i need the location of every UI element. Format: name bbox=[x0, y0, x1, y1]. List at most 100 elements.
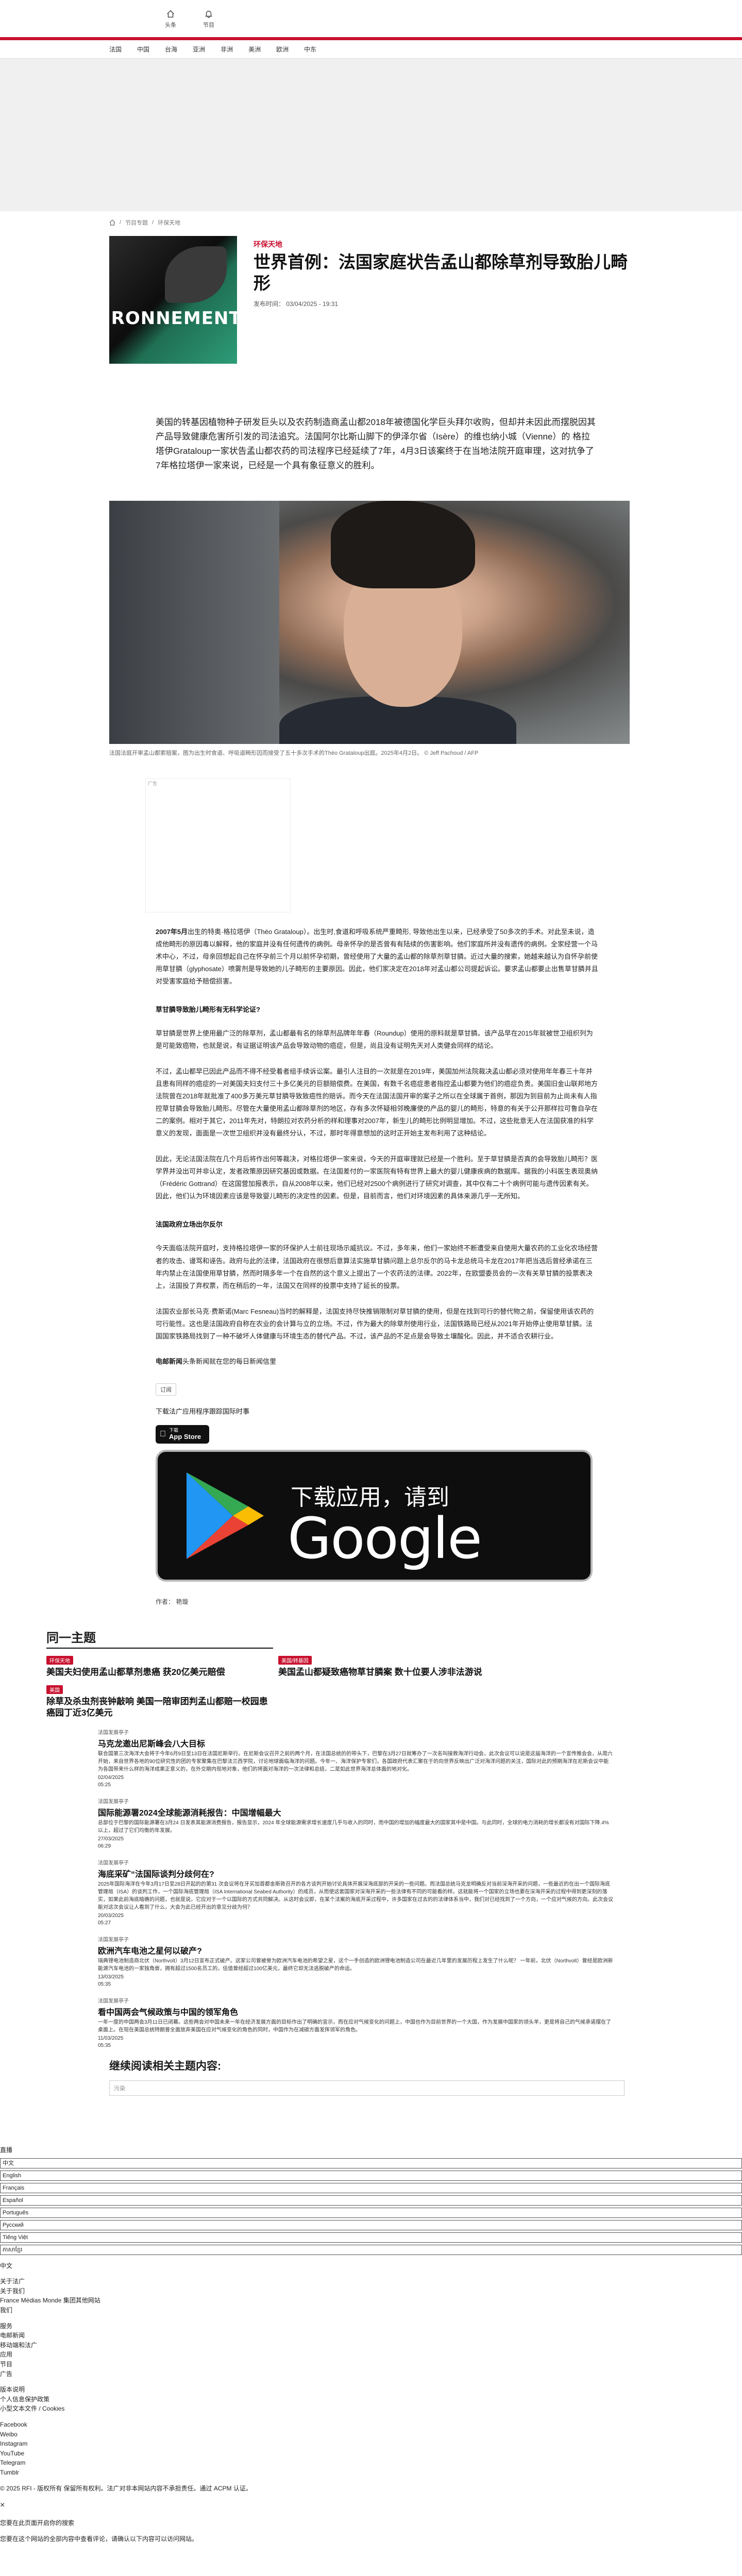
footer-link[interactable]: 节目 bbox=[0, 2360, 742, 2369]
nav-item-france[interactable]: 法国 bbox=[109, 45, 122, 54]
footer-link[interactable]: 小型文本文件 / Cookies bbox=[0, 2404, 742, 2414]
lang-select[interactable]: 中文 bbox=[0, 2261, 742, 2271]
language-item[interactable]: ភាសាខ្មែរ bbox=[0, 2244, 742, 2255]
tumblr-link[interactable]: Tumblr bbox=[0, 2468, 742, 2478]
topic-item[interactable]: 美国 除草及杀虫剂丧钟敲响 美国一陪审团判孟山都赔一校园患癌园丁近3亿美元 bbox=[46, 1685, 268, 1719]
close-icon[interactable]: × bbox=[0, 2499, 742, 2512]
footer-link[interactable]: 电邮新闻 bbox=[0, 2331, 742, 2341]
footer-link[interactable]: 广告 bbox=[0, 2369, 742, 2379]
nav-item-taiwan-strait[interactable]: 台海 bbox=[165, 45, 177, 54]
breadcrumb-link-environment[interactable]: 环保天地 bbox=[158, 218, 180, 227]
google-play-banner[interactable]: 下载应用，请到 Google Play bbox=[156, 1449, 593, 1582]
related-tag[interactable]: 污染 bbox=[109, 2080, 625, 2096]
instagram-link[interactable]: Instagram bbox=[0, 2439, 742, 2449]
same-topic-title: 同一主题 bbox=[46, 1628, 273, 1649]
language-item[interactable]: Tiếng Việt bbox=[0, 2232, 742, 2243]
footer-link[interactable]: 移动端和法广 bbox=[0, 2341, 742, 2350]
footer-link[interactable]: 关于我们 bbox=[0, 2286, 742, 2296]
app-store-button[interactable]:  下载App Store bbox=[156, 1425, 209, 1444]
live-link[interactable]: 直播 bbox=[0, 2145, 742, 2155]
footer-link[interactable]: 个人信息保护政策 bbox=[0, 2395, 742, 2404]
facebook-link[interactable]: Facebook bbox=[0, 2420, 742, 2430]
language-item[interactable]: Español bbox=[0, 2195, 742, 2206]
list-item[interactable]: 法国发展亭子 看中国两会气候政策与中国的领军角色 一年一度的中国两会3月11日已… bbox=[98, 1996, 613, 2049]
news-title[interactable]: 欧洲汽车电池之星何以破产? bbox=[98, 1944, 613, 1956]
home-icon bbox=[167, 10, 174, 18]
footer-link[interactable]: 版本说明 bbox=[0, 2385, 742, 2395]
nav-item-europe[interactable]: 欧洲 bbox=[276, 45, 289, 54]
nav-item-americas[interactable]: 美洲 bbox=[248, 45, 261, 54]
download-app-text: 下载法广应用程序跟踪国际时事 bbox=[156, 1407, 250, 1415]
related-title: 继续阅读相关主题内容: bbox=[109, 2060, 221, 2073]
nav-item-middle-east[interactable]: 中东 bbox=[304, 45, 316, 54]
news-category: 法国发展亭子 bbox=[98, 1799, 129, 1805]
list-item[interactable]: 法国发展亭子 海底采矿“法国际谈判分歧何在? 2025年国际海洋在今年3月17日… bbox=[98, 1858, 613, 1927]
program-thumbnail: IRONNEMENT bbox=[109, 236, 237, 364]
topic-item[interactable]: 美国/转基因 美国孟山都疑致癌物草甘膦案 数十位要人涉非法游说 bbox=[278, 1655, 500, 1678]
copyright: © 2025 RFI - 版权所有 保留所有权利。法广对非本网站内容不承担责任。… bbox=[0, 2484, 252, 2492]
language-item[interactable]: 中文 bbox=[0, 2158, 742, 2168]
programs-link[interactable]: 节目 bbox=[203, 9, 214, 29]
newsletter-promo: 电邮新闻头条新闻就在您的每日新闻信里 bbox=[156, 1357, 277, 1365]
footer-link[interactable]: 关于法广 bbox=[0, 2277, 742, 2286]
news-title[interactable]: 看中国两会气候政策与中国的领军角色 bbox=[98, 2005, 613, 2018]
google-play-icon bbox=[187, 1472, 264, 1559]
site-footer: 直播 中文 English Français Español Português… bbox=[0, 2145, 742, 2544]
news-category: 法国发展亭子 bbox=[98, 1937, 129, 1943]
nav-item-africa[interactable]: 非洲 bbox=[221, 45, 233, 54]
language-item[interactable]: Português bbox=[0, 2207, 742, 2218]
news-title[interactable]: 国际能源署2024全球能源消耗报告：中国增幅最大 bbox=[98, 1806, 613, 1818]
language-item[interactable]: Français bbox=[0, 2182, 742, 2193]
breadcrumb: / 节目专题 / 环保天地 bbox=[109, 218, 630, 227]
headlines-link[interactable]: 头条 bbox=[165, 9, 176, 29]
nav-item-asia[interactable]: 亚洲 bbox=[193, 45, 205, 54]
topic-title[interactable]: 美国孟山都疑致癌物草甘膦案 数十位要人涉非法游说 bbox=[278, 1667, 500, 1678]
article-kicker[interactable]: 环保天地 bbox=[254, 239, 630, 249]
news-date: 13/03/2025 05:35 bbox=[98, 1974, 124, 1988]
body-paragraph: 草甘膦是世界上使用最广泛的除草剂，孟山都最有名的除草剂品牌年年春（Roundup… bbox=[156, 1029, 593, 1049]
footer-link[interactable]: 应用 bbox=[0, 2350, 742, 2360]
section-heading: 法国政府立场出尔反尔 bbox=[156, 1221, 223, 1229]
weibo-link[interactable]: Weibo bbox=[0, 2430, 742, 2439]
news-description: 总部位于巴黎的国际能源署在3月24 日发表其能源消费报告，报告显示，2024 年… bbox=[98, 1820, 609, 1834]
topic-tag: 美国 bbox=[46, 1685, 63, 1694]
breadcrumb-home-icon[interactable] bbox=[109, 219, 115, 226]
list-item[interactable]: 法国发展亭子 欧洲汽车电池之星何以破产? 瑞典锂电池制造商北伏（Northvol… bbox=[98, 1935, 613, 1988]
nav-item-china[interactable]: 中国 bbox=[137, 45, 149, 54]
top-ad-slot bbox=[0, 59, 742, 211]
site-header: 头条 节目 bbox=[0, 0, 742, 40]
language-item[interactable]: English bbox=[0, 2170, 742, 2181]
photo-caption: 法国法庭开审孟山都索赔案，图为出生时食道、呼吸道畸形因而接受了五十多次手术的Th… bbox=[109, 750, 479, 757]
footer-link[interactable]: 服务 bbox=[0, 2321, 742, 2331]
telegram-link[interactable]: Telegram bbox=[0, 2458, 742, 2468]
related-topics: 继续阅读相关主题内容: 污染 bbox=[109, 2058, 625, 2096]
news-date: 20/03/2025 05:27 bbox=[98, 1913, 124, 1926]
body-paragraph: 不过，孟山都早已因此产品而不得不经受着者组手续诉讼案。最引人注目的一次就是在20… bbox=[156, 1067, 598, 1138]
youtube-link[interactable]: YouTube bbox=[0, 2449, 742, 2459]
section-heading: 草甘膦导致胎儿畸形有无科学论证? bbox=[156, 1005, 260, 1013]
page-title: 世界首例：法国家庭状告孟山都除草剂导致胎儿畸形 bbox=[254, 252, 628, 293]
list-item[interactable]: 法国发展亭子 马克龙邀出尼斯峰会八大目标 联合国第三次海洋大会将于今年6月9日至… bbox=[98, 1728, 613, 1789]
topic-title[interactable]: 美国夫妇使用孟山都草剂患癌 获20亿美元赔偿 bbox=[46, 1667, 268, 1678]
news-title[interactable]: 马克龙邀出尼斯峰会八大目标 bbox=[98, 1737, 613, 1749]
news-category: 法国发展亭子 bbox=[98, 1860, 129, 1867]
topic-item[interactable]: 环保天地 美国夫妇使用孟山都草剂患癌 获20亿美元赔偿 bbox=[46, 1655, 268, 1678]
topic-title[interactable]: 除草及杀虫剂丧钟敲响 美国一陪审团判孟山都赔一校园患癌园丁近3亿美元 bbox=[46, 1696, 268, 1719]
news-title[interactable]: 海底采矿“法国际谈判分歧何在? bbox=[98, 1867, 613, 1879]
footer-link[interactable]: 我们 bbox=[0, 2306, 742, 2315]
newsletter-link[interactable]: 电邮新闻 bbox=[156, 1358, 182, 1365]
language-item[interactable]: Русский bbox=[0, 2219, 742, 2230]
news-description: 一年一度的中国两会3月11日已闭幕。这些两会对中国未来一年在经济发展方面的目标作… bbox=[98, 2020, 611, 2033]
news-date: 11/03/2025 05:35 bbox=[98, 2036, 124, 2049]
apple-icon:  bbox=[160, 1430, 166, 1439]
inline-ad-slot: 广告 bbox=[145, 778, 291, 912]
bell-icon bbox=[205, 10, 213, 18]
article: / 节目专题 / 环保天地 IRONNEMENT 环保天地 世界首例：法国家庭状… bbox=[109, 218, 630, 1606]
author-line: 作者： 艳璇 bbox=[156, 1598, 189, 1605]
breadcrumb-link-programs[interactable]: 节目专题 bbox=[125, 218, 148, 227]
thumbnail-text: IRONNEMENT bbox=[109, 308, 237, 329]
subscribe-button[interactable]: 订阅 bbox=[156, 1383, 176, 1396]
news-description: 联合国第三次海洋大会将于今年6月9日至13日在法国尼斯举行。在尼斯会议召开之前的… bbox=[98, 1751, 613, 1773]
list-item[interactable]: 法国发展亭子 国际能源署2024全球能源消耗报告：中国增幅最大 总部位于巴黎的国… bbox=[98, 1797, 613, 1850]
footer-link[interactable]: France Médias Monde 集团其他网站 bbox=[0, 2296, 742, 2306]
